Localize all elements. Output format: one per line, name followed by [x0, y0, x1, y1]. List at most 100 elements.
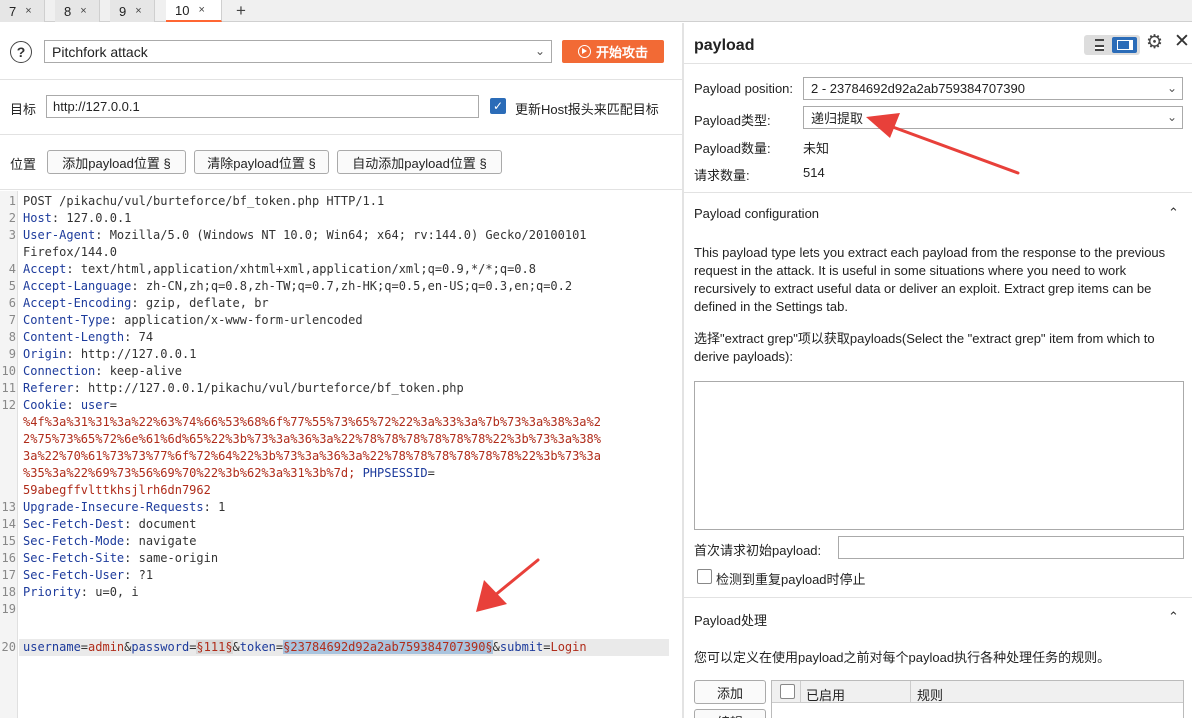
tab-10[interactable]: 10 × — [166, 0, 222, 22]
line-number: 11 — [1, 381, 16, 395]
play-icon — [577, 45, 591, 58]
payload-configuration-description: This payload type lets you extract each … — [694, 245, 1166, 314]
payload-panel-title: payload — [694, 37, 755, 54]
request-editor[interactable]: 1 POST /pikachu/vul/burteforce/bf_token.… — [0, 191, 682, 718]
payload-marker-2: §23784692d92a2ab759384707390§ — [283, 640, 493, 654]
request-line: POST /pikachu/vul/burteforce/bf_token.ph… — [23, 194, 385, 208]
divider — [0, 134, 682, 135]
add-rule-button[interactable]: 添加 — [694, 680, 766, 704]
close-icon[interactable]: × — [198, 4, 204, 16]
line-number: 12 — [1, 398, 16, 412]
header-line: Priority: u=0, i — [23, 585, 139, 599]
tab-label: 10 — [175, 2, 190, 18]
payload-type-label: Payload类型: — [694, 113, 771, 128]
intruder-positions-pane: ? Pitchfork attack ⌄ 开始攻击 目标 http://127.… — [0, 23, 682, 718]
attack-type-value: Pitchfork attack — [52, 43, 148, 60]
tab-label: 9 — [119, 3, 127, 19]
tab-strip: 7 × 8 × 9 × 10 × + — [0, 0, 1192, 22]
line-number: 16 — [1, 551, 16, 565]
tab-7[interactable]: 7 × — [0, 0, 45, 22]
view-toggle[interactable] — [1084, 35, 1140, 55]
update-host-checkbox[interactable]: ✓ — [490, 98, 506, 114]
header-line: Content-Length: 74 — [23, 330, 154, 344]
initial-payload-label: 首次请求初始payload: — [694, 543, 822, 558]
line-number: 6 — [8, 296, 16, 310]
payload-count-value: 未知 — [803, 141, 830, 156]
column-divider — [910, 681, 911, 703]
cookie-value-line: 59abegffvlttkhsjlrh6dn7962 — [23, 483, 211, 497]
header-line: Accept: text/html,application/xhtml+xml,… — [23, 262, 536, 276]
cookie-value-line: 3a%22%70%61%73%73%77%6f%72%64%22%3b%73%3… — [23, 449, 601, 463]
header-line: Sec-Fetch-Dest: document — [23, 517, 197, 531]
column-divider — [800, 681, 801, 703]
payload-count-label: Payload数量: — [694, 141, 771, 156]
start-attack-button[interactable]: 开始攻击 — [562, 40, 664, 63]
collapse-icon[interactable]: ⌃ — [1168, 205, 1179, 221]
cookie-value-line: %35%3a%22%69%73%56%69%70%22%3b%62%3a%31%… — [23, 466, 435, 480]
line-number: 14 — [1, 517, 16, 531]
close-icon[interactable]: ✕ — [1174, 32, 1190, 51]
payload-position-select[interactable]: 2 - 23784692d92a2ab759384707390 ⌄ — [803, 77, 1183, 100]
add-payload-position-button[interactable]: 添加payload位置 § — [47, 150, 186, 174]
tab-label: 8 — [64, 3, 72, 19]
extract-grep-list[interactable] — [694, 381, 1184, 530]
collapse-icon[interactable]: ⌃ — [1168, 609, 1179, 625]
positions-label: 位置 — [10, 157, 37, 172]
header-line: Origin: http://127.0.0.1 — [23, 347, 197, 361]
header-line: Sec-Fetch-Site: same-origin — [23, 551, 219, 565]
clear-payload-position-button[interactable]: 清除payload位置 § — [194, 150, 329, 174]
target-input[interactable]: http://127.0.0.1 — [46, 95, 479, 118]
line-number: 2 — [8, 211, 16, 225]
update-host-label: 更新Host报头来匹配目标 — [515, 102, 659, 117]
attack-type-select[interactable]: Pitchfork attack ⌄ — [44, 40, 552, 63]
body-line: username=admin&password=§111§&token=§237… — [23, 640, 587, 654]
payload-position-value: 2 - 23784692d92a2ab759384707390 — [811, 81, 1025, 96]
header-line: Accept-Language: zh-CN,zh;q=0.8,zh-TW;q=… — [23, 279, 573, 293]
payload-processing-title[interactable]: Payload处理 — [694, 610, 767, 629]
header-line: Upgrade-Insecure-Requests: 1 — [23, 500, 226, 514]
auto-add-payload-position-button[interactable]: 自动添加payload位置 § — [337, 150, 502, 174]
initial-payload-input[interactable] — [838, 536, 1184, 559]
tab-9[interactable]: 9 × — [110, 0, 155, 22]
divider — [0, 79, 682, 80]
stop-on-duplicate-checkbox[interactable] — [697, 569, 712, 584]
stop-on-duplicate-label: 检测到重复payload时停止 — [716, 572, 866, 587]
select-all-checkbox[interactable] — [780, 684, 795, 699]
line-number: 8 — [8, 330, 16, 344]
line-number: 7 — [8, 313, 16, 327]
line-number: 20 — [1, 640, 16, 654]
help-icon[interactable]: ? — [10, 41, 32, 63]
header-line-wrap: Firefox/144.0 — [23, 245, 117, 259]
chevron-down-icon: ⌄ — [1166, 81, 1177, 95]
panel-view-icon[interactable] — [1112, 37, 1137, 53]
start-attack-label: 开始攻击 — [595, 45, 648, 60]
header-line: Sec-Fetch-Mode: navigate — [23, 534, 197, 548]
close-icon[interactable]: × — [80, 5, 86, 17]
processing-rules-table[interactable]: 已启用 规则 — [771, 680, 1184, 718]
payload-panel: payload ⚙ ✕ Payload position: 2 - 237846… — [684, 23, 1192, 718]
line-number: 9 — [8, 347, 16, 361]
divider — [684, 63, 1192, 64]
list-view-icon[interactable] — [1088, 38, 1110, 52]
line-number: 1 — [8, 194, 16, 208]
header-line: Sec-Fetch-User: ?1 — [23, 568, 154, 582]
line-number: 18 — [1, 585, 16, 599]
header-line: Content-Type: application/x-www-form-url… — [23, 313, 363, 327]
cookie-line: Cookie: user= — [23, 398, 117, 412]
target-label: 目标 — [10, 102, 37, 117]
close-icon[interactable]: × — [25, 5, 31, 17]
edit-rule-button[interactable]: 编辑 — [694, 709, 766, 718]
close-icon[interactable]: × — [135, 5, 141, 17]
gear-icon[interactable]: ⚙ — [1146, 33, 1163, 52]
add-tab-icon[interactable]: + — [231, 0, 251, 22]
cookie-value-line: 2%75%73%65%72%6e%61%6d%65%22%3b%73%3a%36… — [23, 432, 601, 446]
payload-configuration-title[interactable]: Payload configuration — [694, 206, 819, 221]
line-number: 3 — [8, 228, 16, 242]
chevron-down-icon: ⌄ — [1166, 110, 1177, 124]
header-line: Accept-Encoding: gzip, deflate, br — [23, 296, 269, 310]
rules-table-header: 已启用 规则 — [772, 681, 1183, 703]
divider — [684, 597, 1192, 598]
line-number: 5 — [8, 279, 16, 293]
payload-type-select[interactable]: 递归提取 ⌄ — [803, 106, 1183, 129]
tab-8[interactable]: 8 × — [55, 0, 100, 22]
